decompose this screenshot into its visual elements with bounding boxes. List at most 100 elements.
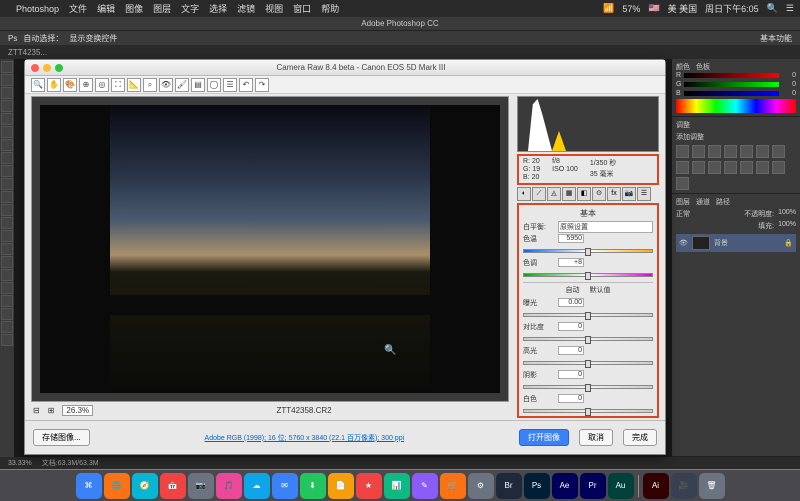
default-link[interactable]: 默认值: [590, 285, 611, 295]
layer-row[interactable]: 👁 背景 🔒: [676, 234, 796, 252]
dock-item[interactable]: ✉: [272, 473, 298, 499]
status-zoom[interactable]: 33.33%: [8, 460, 32, 467]
dock-item[interactable]: Ae: [552, 473, 578, 499]
healing-tool[interactable]: [1, 139, 13, 151]
acr-spot-tool[interactable]: ⌕: [143, 78, 157, 92]
close-icon[interactable]: [31, 64, 39, 72]
acr-redeye-tool[interactable]: 👁: [159, 78, 173, 92]
ps-logo-icon[interactable]: Ps: [8, 34, 17, 43]
tab-color[interactable]: 颜色: [676, 62, 690, 72]
slider-value[interactable]: 0: [558, 346, 584, 355]
menu-icon[interactable]: ☰: [786, 3, 794, 14]
blur-tool[interactable]: [1, 217, 13, 229]
dock-item[interactable]: Ai: [643, 473, 669, 499]
open-image-button[interactable]: 打开图像: [519, 429, 569, 446]
dock-item[interactable]: ☁: [244, 473, 270, 499]
menu-edit[interactable]: 编辑: [97, 2, 115, 15]
dock-item[interactable]: ⚙: [468, 473, 494, 499]
tab-channels[interactable]: 通道: [696, 197, 710, 207]
tab-basic[interactable]: ◐: [517, 187, 531, 201]
menu-view[interactable]: 视图: [265, 2, 283, 15]
acr-graduated-filter-tool[interactable]: ▤: [191, 78, 205, 92]
tab-layers[interactable]: 图层: [676, 197, 690, 207]
dock-item[interactable]: 🌐: [104, 473, 130, 499]
wand-tool[interactable]: [1, 100, 13, 112]
crop-tool[interactable]: [1, 113, 13, 125]
tab-presets[interactable]: ☰: [637, 187, 651, 201]
blend-mode[interactable]: 正常: [676, 209, 690, 219]
hand-tool[interactable]: [1, 295, 13, 307]
adj-invert-icon[interactable]: [724, 161, 737, 174]
dock-item[interactable]: ⌘: [76, 473, 102, 499]
flag-icon[interactable]: 🇺🇸: [648, 3, 659, 14]
dock-item[interactable]: Ps: [524, 473, 550, 499]
tab-swatches[interactable]: 色板: [696, 62, 710, 72]
slider-高光[interactable]: [523, 361, 653, 365]
tab-hsl[interactable]: ▦: [562, 187, 576, 201]
gradient-tool[interactable]: [1, 204, 13, 216]
slider-阴影[interactable]: [523, 385, 653, 389]
wifi-icon[interactable]: 📶: [603, 3, 614, 14]
adj-brightness-icon[interactable]: [676, 145, 689, 158]
marquee-tool[interactable]: [1, 74, 13, 86]
dock-item[interactable]: 📷: [188, 473, 214, 499]
acr-zoom-tool[interactable]: 🔍: [31, 78, 45, 92]
slider-曝光[interactable]: [523, 313, 653, 317]
tab-lens[interactable]: ⊙: [592, 187, 606, 201]
menu-layer[interactable]: 图层: [153, 2, 171, 15]
opacity-value[interactable]: 100%: [778, 209, 796, 219]
b-slider[interactable]: [684, 91, 779, 96]
acr-rotate-cw-tool[interactable]: ↷: [255, 78, 269, 92]
slider-value[interactable]: 0.00: [558, 298, 584, 307]
acr-titlebar[interactable]: Camera Raw 8.4 beta - Canon EOS 5D Mark …: [25, 60, 665, 76]
auto-link[interactable]: 自动: [566, 285, 580, 295]
minimize-icon[interactable]: [43, 64, 51, 72]
brush-tool[interactable]: [1, 152, 13, 164]
r-slider[interactable]: [684, 73, 779, 78]
done-button[interactable]: 完成: [623, 429, 657, 446]
pen-tool[interactable]: [1, 243, 13, 255]
adj-bw-icon[interactable]: [772, 145, 785, 158]
adj-threshold-icon[interactable]: [756, 161, 769, 174]
adj-exposure-icon[interactable]: [724, 145, 737, 158]
tint-value[interactable]: +8: [558, 258, 584, 267]
document-tab[interactable]: ZTT4235...: [8, 48, 47, 57]
acr-straighten-tool[interactable]: 📐: [127, 78, 141, 92]
acr-crop-tool[interactable]: ⛶: [111, 78, 125, 92]
dock-item[interactable]: ★: [356, 473, 382, 499]
temp-value[interactable]: 5950: [558, 234, 584, 243]
menu-file[interactable]: 文件: [69, 2, 87, 15]
dock-item[interactable]: 🎵: [216, 473, 242, 499]
zoom-out-icon[interactable]: ⊟: [33, 406, 40, 415]
eye-icon[interactable]: 👁: [679, 239, 688, 247]
adj-posterize-icon[interactable]: [740, 161, 753, 174]
path-tool[interactable]: [1, 269, 13, 281]
move-tool[interactable]: [1, 61, 13, 73]
acr-rotate-ccw-tool[interactable]: ↶: [239, 78, 253, 92]
dock-item[interactable]: 📊: [384, 473, 410, 499]
dock-item[interactable]: 📅: [160, 473, 186, 499]
zoom-select[interactable]: 26.3%: [62, 405, 93, 416]
spectrum-strip[interactable]: [676, 99, 796, 113]
menu-help[interactable]: 帮助: [321, 2, 339, 15]
tab-adjustments[interactable]: 调整: [676, 122, 690, 129]
acr-target-tool[interactable]: ◎: [95, 78, 109, 92]
acr-wb-tool[interactable]: 🎨: [63, 78, 77, 92]
dock-item[interactable]: 📄: [328, 473, 354, 499]
slider-对比度[interactable]: [523, 337, 653, 341]
search-icon[interactable]: 🔍: [767, 3, 778, 14]
adj-selective-icon[interactable]: [676, 177, 689, 190]
slider-白色[interactable]: [523, 409, 653, 413]
dock-item[interactable]: 🧭: [132, 473, 158, 499]
tab-split[interactable]: ◧: [577, 187, 591, 201]
fg-bg-color[interactable]: [1, 321, 13, 333]
adj-photo-filter-icon[interactable]: [676, 161, 689, 174]
menu-filter[interactable]: 滤镜: [237, 2, 255, 15]
adj-lookup-icon[interactable]: [708, 161, 721, 174]
acr-radial-filter-tool[interactable]: ◯: [207, 78, 221, 92]
dock-item[interactable]: ✎: [412, 473, 438, 499]
cancel-button[interactable]: 取消: [579, 429, 613, 446]
adj-vibrance-icon[interactable]: [740, 145, 753, 158]
fill-value[interactable]: 100%: [778, 221, 796, 231]
app-name[interactable]: Photoshop: [16, 4, 59, 14]
